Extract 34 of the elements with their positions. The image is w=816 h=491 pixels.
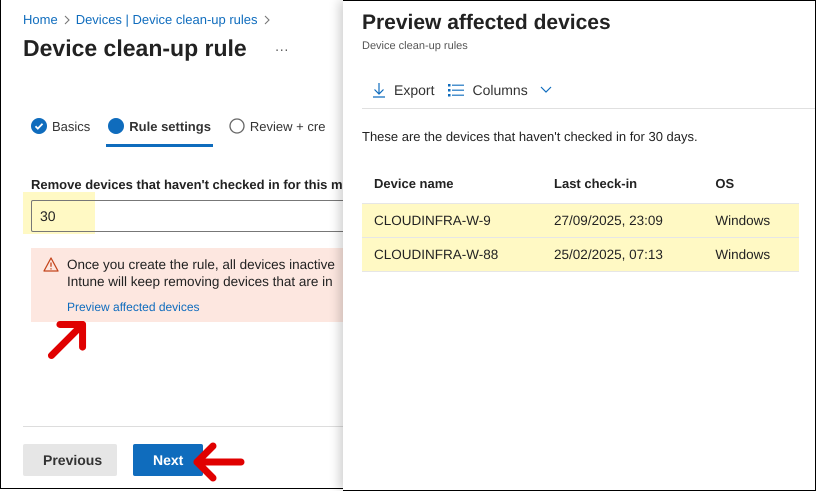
- panel-title: Preview affected devices: [362, 11, 612, 35]
- chevron-right-icon: [264, 14, 270, 24]
- table-cell: CLOUDINFRA-W-88: [362, 238, 542, 272]
- warning-text: Intune will keep removing devices that are in: [67, 273, 334, 290]
- panel-subtitle: Device clean-up rules: [362, 40, 469, 52]
- page-title: Device clean-up rule: [23, 35, 247, 62]
- more-options-button[interactable]: ···: [274, 40, 289, 56]
- next-button[interactable]: Next: [133, 444, 203, 476]
- breadcrumb-link[interactable]: Home: [23, 12, 58, 27]
- column-header: OS: [703, 170, 799, 204]
- field-label: Remove devices that haven't checked in for this m: [30, 176, 343, 192]
- empty-circle-icon: [228, 118, 245, 134]
- checkmark-circle-icon: [31, 118, 47, 134]
- breadcrumb-link[interactable]: Devices | Device clean-up rules: [76, 12, 258, 27]
- warning-text: Once you create the rule, all devices inactive: [67, 256, 335, 273]
- download-icon: [372, 82, 386, 98]
- warning-icon: [43, 257, 59, 272]
- chevron-right-icon: [64, 14, 70, 24]
- wizard-step-tab[interactable]: Review + cre: [226, 112, 328, 147]
- list-icon: [448, 84, 464, 96]
- wizard-step-tab[interactable]: Rule settings: [106, 112, 213, 147]
- input-field[interactable]: 30: [31, 200, 343, 232]
- wizard-step-tab[interactable]: Basics: [29, 112, 92, 147]
- column-header: Last check-in: [542, 170, 704, 204]
- column-header: Device name: [362, 170, 542, 204]
- chevron-down-icon: [540, 86, 552, 94]
- export-button[interactable]: Export: [372, 82, 434, 98]
- filled-circle-icon: [108, 118, 124, 134]
- preview-link[interactable]: Preview affected devices: [67, 299, 335, 316]
- columns-button[interactable]: Columns: [448, 82, 552, 98]
- table-cell: 25/02/2025, 07:13: [542, 238, 704, 272]
- table-cell: Windows: [703, 238, 799, 272]
- description-text: These are the devices that haven't checked in for 30 days.: [362, 129, 699, 144]
- previous-button[interactable]: Previous: [23, 444, 117, 476]
